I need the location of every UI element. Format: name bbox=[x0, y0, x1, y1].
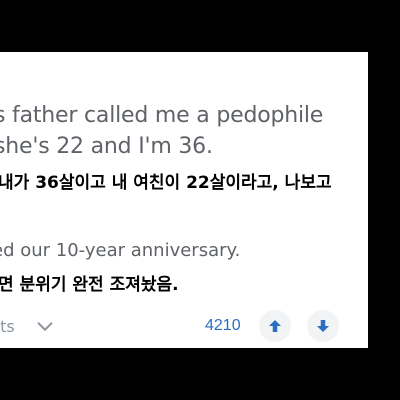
post-card: s father called me a pedophile she's 22 … bbox=[0, 52, 368, 348]
chevron-down-icon[interactable] bbox=[34, 316, 56, 338]
comments-link[interactable]: nts bbox=[0, 317, 15, 336]
upvote-button[interactable] bbox=[259, 310, 291, 342]
post-text-line-1: s father called me a pedophile bbox=[0, 103, 324, 128]
post-text-line-3: ed our 10-year anniversary. bbox=[0, 240, 241, 261]
post-actions-bar: nts 4210 bbox=[0, 310, 368, 346]
downvote-button[interactable] bbox=[307, 310, 339, 342]
translation-line-2: 면 분위기 완전 조져놨음. bbox=[0, 275, 179, 295]
post-text-line-2: she's 22 and I'm 36. bbox=[0, 134, 213, 159]
arrow-down-icon bbox=[317, 320, 329, 332]
vote-score: 4210 bbox=[205, 317, 241, 334]
translation-line-1: 내가 36살이고 내 여친이 22살이라고, 나보고 bbox=[0, 173, 332, 193]
arrow-up-icon bbox=[269, 320, 281, 332]
